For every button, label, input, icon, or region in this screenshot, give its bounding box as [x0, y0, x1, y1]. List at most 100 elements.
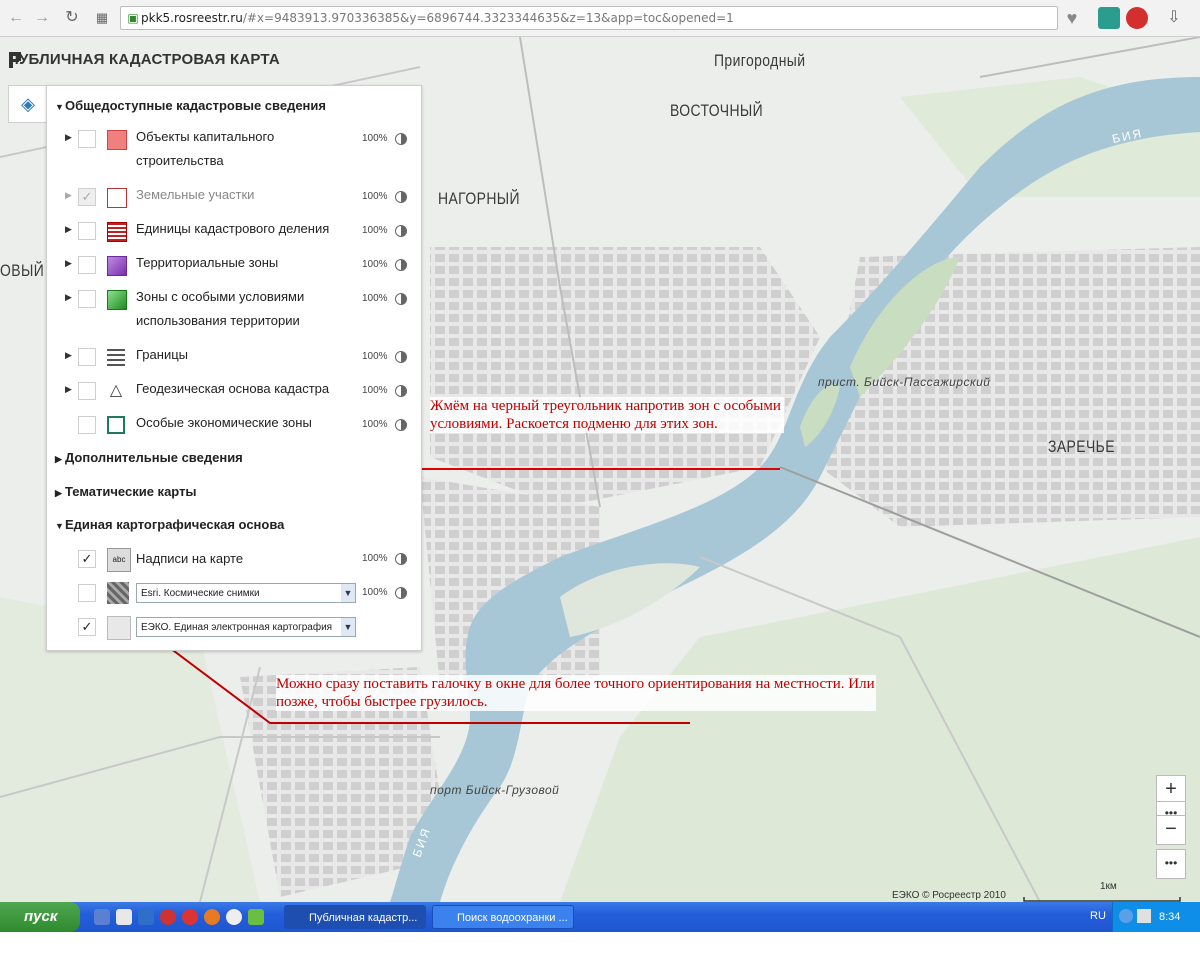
- layer-checkbox[interactable]: ✓: [78, 550, 96, 568]
- layer-checkbox[interactable]: [78, 222, 96, 240]
- notepad-icon[interactable]: [138, 909, 154, 925]
- tray-sound-icon[interactable]: [1137, 909, 1151, 923]
- opacity-value: 100%: [362, 419, 388, 430]
- task-label: Поиск водоохранки ...: [457, 912, 568, 924]
- layer-swatch-icon: [107, 348, 125, 366]
- opacity-icon[interactable]: [395, 133, 407, 145]
- layer-land-plots: ▶ ✓ Земельные участки 100%: [47, 186, 421, 212]
- layers-toggle-button[interactable]: ◈: [8, 85, 48, 123]
- layer-checkbox[interactable]: [78, 382, 96, 400]
- opacity-icon[interactable]: [395, 225, 407, 237]
- address-bar[interactable]: ▣ pkk5.rosreestr.ru/#x=9483913.970336385&…: [120, 6, 1058, 30]
- layer-swatch-icon: [107, 290, 127, 310]
- opacity-icon[interactable]: [395, 293, 407, 305]
- section-base[interactable]: ▼Единая картографическая основа: [55, 517, 429, 532]
- layer-checkbox[interactable]: [78, 416, 96, 434]
- opacity-icon[interactable]: [395, 419, 407, 431]
- opacity-value: 100%: [362, 351, 388, 362]
- layer-swatch-icon: [107, 256, 127, 276]
- layers-panel: ▼ Общедоступные кадастровые сведения ▶ Об…: [46, 85, 422, 651]
- opacity-icon[interactable]: [395, 587, 407, 599]
- firefox-icon[interactable]: [204, 909, 220, 925]
- zoom-out-button[interactable]: −: [1156, 815, 1186, 845]
- place-prigorodny: Пригородный: [714, 51, 806, 70]
- opacity-value: 100%: [362, 587, 388, 598]
- forward-icon[interactable]: →: [32, 8, 52, 28]
- layer-checkbox[interactable]: [78, 256, 96, 274]
- layer-checkbox[interactable]: [78, 584, 96, 602]
- back-icon[interactable]: ←: [6, 8, 26, 28]
- layer-checkbox[interactable]: [78, 130, 96, 148]
- adblock-icon[interactable]: [1126, 7, 1148, 29]
- chevron-down-icon: ▼: [341, 618, 355, 636]
- triangle-right-icon: ▶: [55, 454, 62, 464]
- basemap-select[interactable]: ЕЭКО. Единая электронная картография ▼: [136, 617, 356, 637]
- layer-checkbox[interactable]: [78, 290, 96, 308]
- layer-checkbox[interactable]: [78, 348, 96, 366]
- layer-label-line2: строительства: [136, 153, 224, 168]
- expand-triangle-icon[interactable]: ▶: [65, 132, 72, 143]
- opacity-icon[interactable]: [395, 351, 407, 363]
- expand-triangle-icon[interactable]: ▶: [65, 292, 72, 303]
- section-thematic[interactable]: ▶ Тематические карты: [55, 484, 429, 499]
- imagery-select[interactable]: Esri. Космические снимки ▼: [136, 583, 356, 603]
- basemap-select-value: ЕЭКО. Единая электронная картография: [141, 622, 333, 633]
- expand-triangle-icon[interactable]: ▶: [65, 258, 72, 269]
- chrome-icon[interactable]: [182, 909, 198, 925]
- task-cadastral-map[interactable]: Публичная кадастр...: [284, 905, 426, 929]
- explorer-icon[interactable]: [116, 909, 132, 925]
- clock: 8:34: [1159, 911, 1181, 923]
- expand-triangle-icon[interactable]: ▶: [65, 190, 72, 201]
- layer-checkbox[interactable]: ✓: [78, 188, 96, 206]
- map-copyright: ЕЭКО © Росреестр 2010: [892, 890, 1006, 901]
- section-additional-label: Дополнительные сведения: [65, 450, 243, 465]
- opacity-icon[interactable]: [395, 385, 407, 397]
- download-icon[interactable]: ⇩: [1164, 8, 1184, 28]
- expand-triangle-icon[interactable]: ▶: [65, 384, 72, 395]
- url-domain: pkk5.rosreestr.ru: [141, 11, 243, 25]
- tray-network-icon[interactable]: [1119, 909, 1133, 923]
- opacity-icon[interactable]: [395, 259, 407, 271]
- layer-label: Единицы кадастрового деления: [136, 221, 330, 236]
- layer-special-zones: ▶ Зоны с особыми условиями использования…: [47, 288, 421, 336]
- bookmark-heart-icon[interactable]: ♥: [1062, 8, 1082, 28]
- app-title: ПУБЛИЧНАЯ КАДАСТРОВАЯ КАРТА: [8, 51, 280, 68]
- expand-triangle-icon[interactable]: ▶: [65, 224, 72, 235]
- layer-geodetic-base: ▶ △ Геодезическая основа кадастра 100%: [47, 380, 421, 406]
- layer-imagery: Esri. Космические снимки ▼ 100%: [47, 582, 421, 608]
- more-options-button[interactable]: •••: [1156, 849, 1186, 879]
- windows-taskbar: пуск Публичная кадастр... Поиск водоохра…: [0, 902, 1200, 932]
- opacity-icon[interactable]: [395, 191, 407, 203]
- opacity-value: 100%: [362, 133, 388, 144]
- opacity-icon[interactable]: [395, 553, 407, 565]
- opacity-value: 100%: [362, 293, 388, 304]
- extension-icon[interactable]: [1098, 7, 1120, 29]
- apps-icon[interactable]: ▦: [92, 8, 112, 28]
- opera-icon[interactable]: [160, 909, 176, 925]
- opacity-value: 100%: [362, 225, 388, 236]
- port-cargo: порт Бийск-Грузовой: [430, 783, 560, 797]
- desktop-icon[interactable]: [94, 909, 110, 925]
- layer-checkbox[interactable]: ✓: [78, 618, 96, 636]
- reload-icon[interactable]: ↻: [62, 8, 82, 28]
- section-public-label: Общедоступные кадастровые сведения: [65, 98, 326, 113]
- section-public[interactable]: ▼Общедоступные кадастровые сведения: [55, 98, 429, 113]
- layer-eeko: ✓ ЕЭКО. Единая электронная картография ▼: [47, 616, 421, 642]
- map-canvas[interactable]: Пригородный ВОСТОЧНЫЙ НАГОРНЫЙ ЗАРЕЧЬЕ О…: [0, 37, 1200, 902]
- triangle-marker-icon: △: [109, 382, 123, 399]
- utorrent-icon[interactable]: [248, 909, 264, 925]
- layer-capital-objects: ▶ Объекты капитального строительства 100…: [47, 128, 421, 176]
- layer-swatch-icon: [107, 130, 127, 150]
- expand-triangle-icon[interactable]: ▶: [65, 350, 72, 361]
- layer-map-labels: ✓ abc Надписи на карте 100%: [47, 548, 421, 574]
- layer-territorial-zones: ▶ Территориальные зоны 100%: [47, 254, 421, 280]
- language-indicator[interactable]: RU: [1090, 910, 1106, 922]
- globe-icon[interactable]: [226, 909, 242, 925]
- task-search[interactable]: Поиск водоохранки ...: [432, 905, 574, 929]
- browser-toolbar: ← → ↻ ▦ ▣ pkk5.rosreestr.ru/#x=9483913.97…: [0, 0, 1200, 37]
- task-label: Публичная кадастр...: [309, 912, 418, 924]
- section-additional[interactable]: ▶ Дополнительные сведения: [55, 450, 429, 465]
- start-button[interactable]: пуск: [0, 902, 80, 932]
- opacity-value: 100%: [362, 385, 388, 396]
- layer-label: Территориальные зоны: [136, 255, 279, 270]
